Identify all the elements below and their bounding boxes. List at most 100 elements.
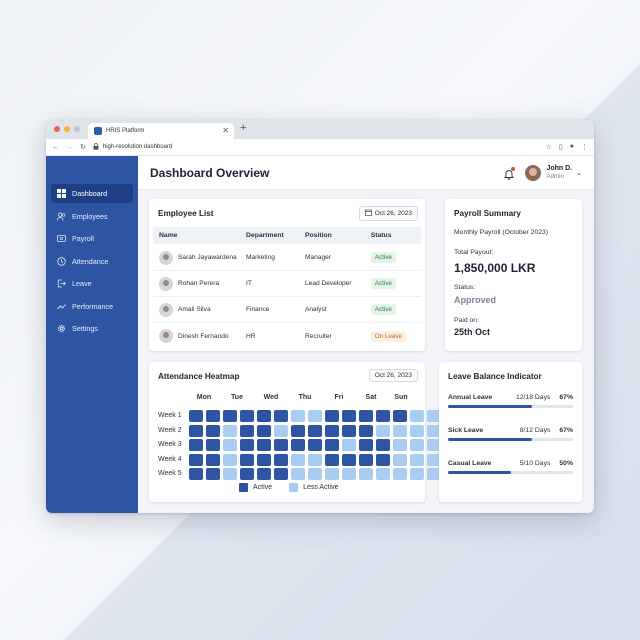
heatmap-cell bbox=[274, 468, 288, 481]
heatmap-day-label: Fri bbox=[334, 394, 344, 401]
users-icon bbox=[57, 211, 66, 221]
employee-position: Lead Developer bbox=[304, 280, 352, 287]
star-icon[interactable]: ☆ bbox=[546, 143, 552, 151]
gear-icon bbox=[57, 324, 66, 333]
sidebar-item-leave[interactable]: Leave bbox=[51, 274, 133, 293]
heatmap-cell bbox=[393, 468, 407, 481]
heatmap-cell bbox=[274, 439, 288, 452]
heatmap-cell bbox=[393, 453, 407, 466]
heatmap-cell bbox=[410, 468, 424, 481]
notification-bell-icon[interactable] bbox=[503, 166, 516, 180]
avatar[interactable] bbox=[525, 164, 542, 181]
table-row[interactable]: Sarah Jayawardena Marketing Manager Acti… bbox=[153, 245, 421, 271]
avatar bbox=[159, 302, 173, 317]
sidebar-item-attendance[interactable]: Attendance bbox=[51, 252, 133, 271]
payroll-status-label: Status: bbox=[454, 284, 476, 291]
heatmap-cell bbox=[240, 453, 254, 466]
employee-date-picker[interactable]: Oct 26, 2023 bbox=[358, 206, 418, 221]
main-content: Dashboard Overview John D. Admin ⌄ Emplo… bbox=[138, 156, 594, 513]
sidebar-item-dashboard[interactable]: Dashboard bbox=[51, 184, 133, 203]
back-icon[interactable]: ← bbox=[52, 144, 59, 151]
heatmap-cell bbox=[240, 410, 254, 422]
employee-position: Analyst bbox=[304, 306, 327, 313]
table-row[interactable]: Dinesh Fernando HR Recruiter On Leave bbox=[153, 323, 421, 349]
maximize-window-button[interactable] bbox=[74, 126, 80, 132]
forward-icon[interactable]: → bbox=[66, 144, 73, 151]
tab-strip: HRIS Platform ✕ + bbox=[46, 120, 594, 139]
attendance-date-text: Oct 26, 2023 bbox=[374, 372, 412, 379]
browser-tab[interactable]: HRIS Platform ✕ bbox=[88, 123, 234, 139]
sidebar: Dashboard Employees Payroll Attendance L… bbox=[46, 156, 138, 513]
heatmap-day-label: Tue bbox=[231, 394, 243, 401]
attendance-date-picker[interactable]: Oct 26, 2023 bbox=[368, 369, 418, 382]
heatmap-cell bbox=[410, 424, 424, 437]
heatmap-cell bbox=[342, 468, 356, 481]
close-tab-icon[interactable]: ✕ bbox=[222, 126, 229, 135]
heatmap-cell bbox=[189, 424, 203, 437]
sidebar-item-performance[interactable]: Performance bbox=[51, 297, 133, 316]
url-text: high-resolution dashboard bbox=[102, 144, 173, 150]
heatmap-cell bbox=[376, 453, 390, 466]
heatmap-day-label: Mon bbox=[196, 394, 212, 401]
leave-percent: 67% bbox=[559, 394, 573, 401]
more-icon[interactable]: ⋮ bbox=[581, 143, 588, 151]
trend-icon bbox=[57, 302, 66, 311]
heatmap-cell bbox=[308, 439, 322, 452]
profile-icon[interactable]: ● bbox=[570, 143, 574, 151]
leave-progress-bar bbox=[448, 471, 573, 474]
heatmap-day-label: Thu bbox=[298, 394, 312, 401]
sidebar-item-label: Employees bbox=[72, 211, 108, 221]
heatmap-cell bbox=[342, 410, 356, 422]
close-window-button[interactable] bbox=[54, 126, 60, 132]
window-controls bbox=[54, 126, 80, 132]
user-menu[interactable]: John D. Admin bbox=[546, 165, 572, 181]
payroll-status-value: Approved bbox=[454, 295, 497, 305]
heatmap-cell bbox=[291, 468, 305, 481]
sidebar-item-employees[interactable]: Employees bbox=[51, 207, 133, 226]
sidebar-item-payroll[interactable]: Payroll bbox=[51, 229, 133, 248]
employee-department: IT bbox=[246, 280, 252, 287]
legend-less-active-label: Less Active bbox=[303, 484, 339, 491]
sidebar-item-label: Leave bbox=[72, 279, 92, 288]
sidepanel-icon[interactable]: ▯ bbox=[559, 143, 563, 151]
heatmap-cell bbox=[325, 410, 339, 422]
payroll-summary-card: Payroll Summary Monthly Payroll (October… bbox=[445, 199, 582, 351]
minimize-window-button[interactable] bbox=[64, 126, 70, 132]
leave-type: Annual Leave bbox=[448, 394, 493, 401]
table-row[interactable]: Amali Silva Finance Analyst Active bbox=[153, 297, 421, 323]
sidebar-item-settings[interactable]: Settings bbox=[51, 319, 133, 338]
column-header-position[interactable]: Position bbox=[305, 232, 371, 239]
heatmap-cell bbox=[376, 439, 390, 452]
column-header-department[interactable]: Department bbox=[246, 232, 305, 239]
user-name: John D. bbox=[546, 164, 573, 172]
heatmap-week-label: Week 4 bbox=[158, 455, 182, 463]
status-badge: Active bbox=[370, 252, 396, 263]
attendance-heatmap-card: Attendance Heatmap Oct 26, 2023 Mon Tue We… bbox=[149, 362, 475, 502]
grid-icon bbox=[57, 189, 66, 198]
top-bar: Dashboard Overview John D. Admin ⌄ bbox=[138, 156, 594, 190]
heatmap-cell bbox=[308, 453, 322, 466]
heatmap-day-label: Wed bbox=[263, 394, 279, 401]
heatmap-cell bbox=[274, 410, 288, 422]
leave-balance-item: Casual Leave 5/10 Days 50% bbox=[448, 460, 573, 474]
heatmap-cell bbox=[325, 439, 339, 452]
employee-date-text: Oct 26, 2023 bbox=[374, 210, 412, 217]
employee-department: Marketing bbox=[246, 254, 275, 261]
url-field[interactable]: high-resolution dashboard bbox=[93, 142, 539, 152]
user-role: Admin bbox=[546, 172, 564, 180]
table-row[interactable]: Rohan Perera IT Lead Developer Active bbox=[153, 271, 421, 297]
heatmap-cell bbox=[223, 453, 237, 466]
chevron-down-icon[interactable]: ⌄ bbox=[576, 169, 582, 177]
avatar bbox=[159, 250, 173, 265]
column-header-status[interactable]: Status bbox=[371, 232, 421, 239]
heatmap-cell bbox=[257, 468, 271, 481]
reload-icon[interactable]: ↻ bbox=[80, 143, 86, 151]
heatmap-cell bbox=[206, 468, 220, 481]
sidebar-item-label: Payroll bbox=[72, 234, 94, 243]
heatmap-cell bbox=[308, 410, 322, 422]
new-tab-icon[interactable]: + bbox=[240, 122, 246, 134]
heatmap-cell bbox=[189, 468, 203, 481]
heatmap-cell bbox=[223, 439, 237, 452]
status-badge: On Leave bbox=[370, 330, 407, 342]
column-header-name[interactable]: Name bbox=[153, 232, 246, 239]
